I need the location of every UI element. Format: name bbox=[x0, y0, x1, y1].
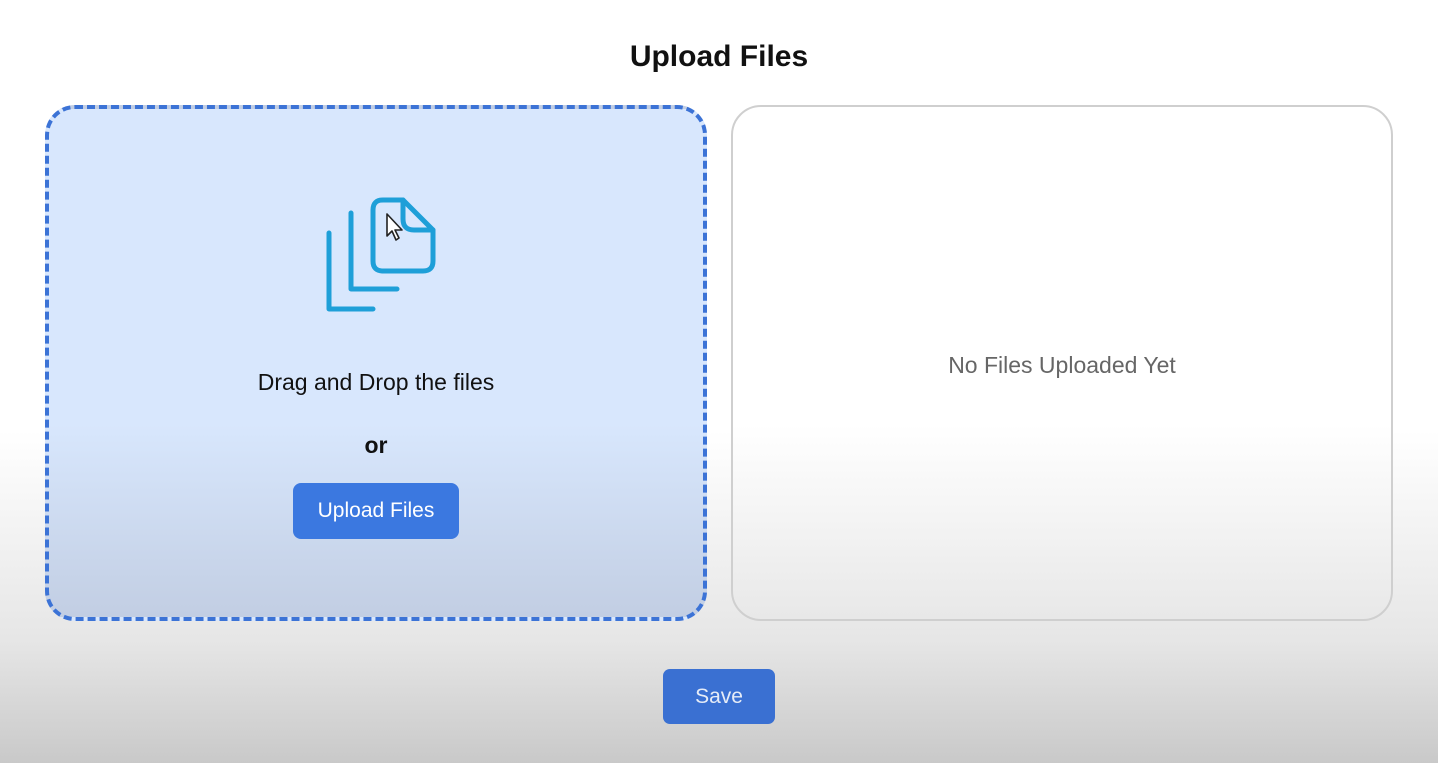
drop-instruction: Drag and Drop the files bbox=[257, 369, 495, 395]
or-separator: or bbox=[364, 432, 388, 458]
page-title: Upload Files bbox=[629, 40, 809, 73]
mouse-pointer-icon bbox=[386, 213, 403, 241]
drop-zone[interactable]: Drag and Drop the files or Upload Files bbox=[45, 105, 707, 621]
empty-state-message: No Files Uploaded Yet bbox=[948, 352, 1176, 378]
save-button[interactable]: Save bbox=[663, 669, 775, 724]
uploaded-files-panel: No Files Uploaded Yet bbox=[731, 105, 1393, 621]
upload-files-button[interactable]: Upload Files bbox=[293, 483, 459, 539]
